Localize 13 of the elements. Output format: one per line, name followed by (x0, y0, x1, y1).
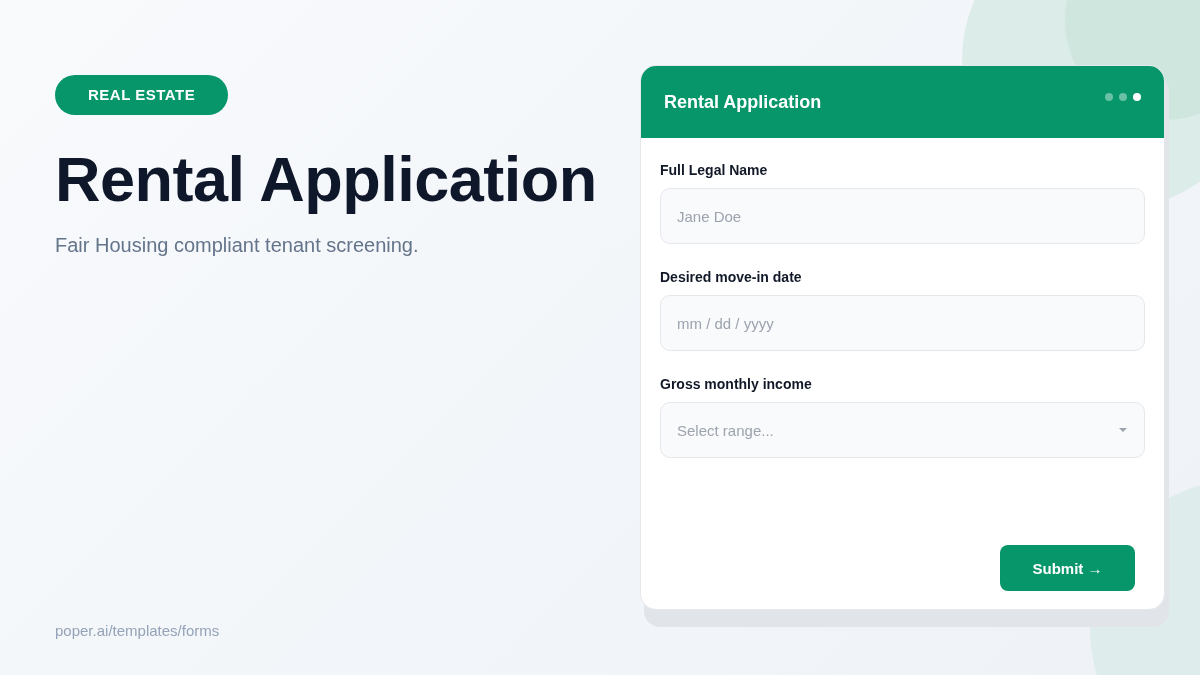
form-title: Rental Application (664, 91, 822, 113)
field-label: Gross monthly income (660, 376, 813, 392)
field-label: Desired move-in date (660, 269, 803, 285)
select-field[interactable]: Select range... (660, 402, 1145, 458)
category-badge: REAL ESTATE (55, 75, 229, 115)
input-field[interactable]: Jane Doe (660, 188, 1145, 244)
footer-link[interactable]: poper.ai/templates/forms (55, 622, 220, 639)
subtitle: Fair Housing compliant tenant screening. (55, 234, 420, 258)
submit-button[interactable]: Submit → (1000, 545, 1135, 591)
headline: Rental Application (55, 145, 598, 215)
field-label: Full Legal Name (660, 162, 769, 178)
caret-icon (1118, 427, 1128, 433)
date-field[interactable]: mm / dd / yyyy (660, 295, 1145, 351)
